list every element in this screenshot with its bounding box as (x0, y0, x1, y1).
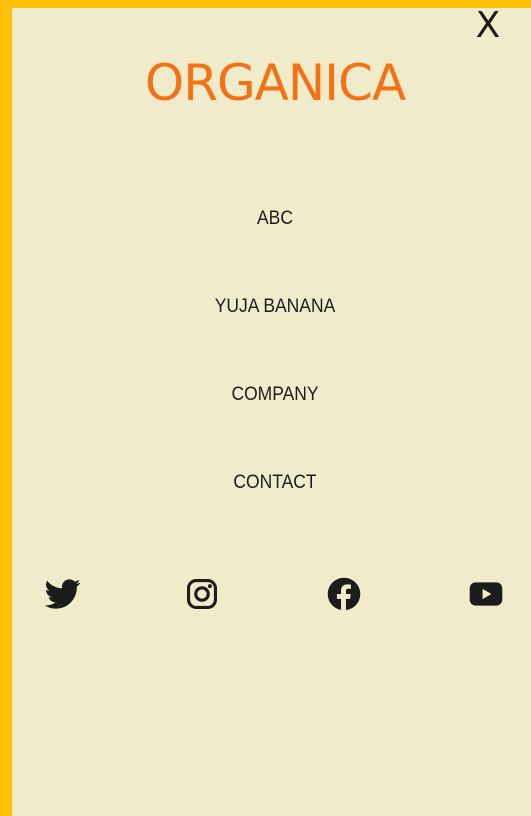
facebook-icon[interactable] (327, 577, 361, 611)
youtube-icon[interactable] (468, 577, 504, 611)
nav-item-abc[interactable]: ABC (22, 208, 528, 230)
twitter-icon[interactable] (45, 575, 81, 611)
nav-item-yuja-banana[interactable]: YUJA BANANA (22, 296, 528, 318)
instagram-icon[interactable] (185, 577, 219, 611)
nav-item-company[interactable]: COMPANY (22, 384, 528, 406)
close-button[interactable]: X (468, 4, 508, 48)
menu-panel (12, 8, 531, 816)
nav-item-contact[interactable]: CONTACT (22, 472, 528, 494)
brand-logo[interactable]: ORGANICA (0, 58, 531, 108)
